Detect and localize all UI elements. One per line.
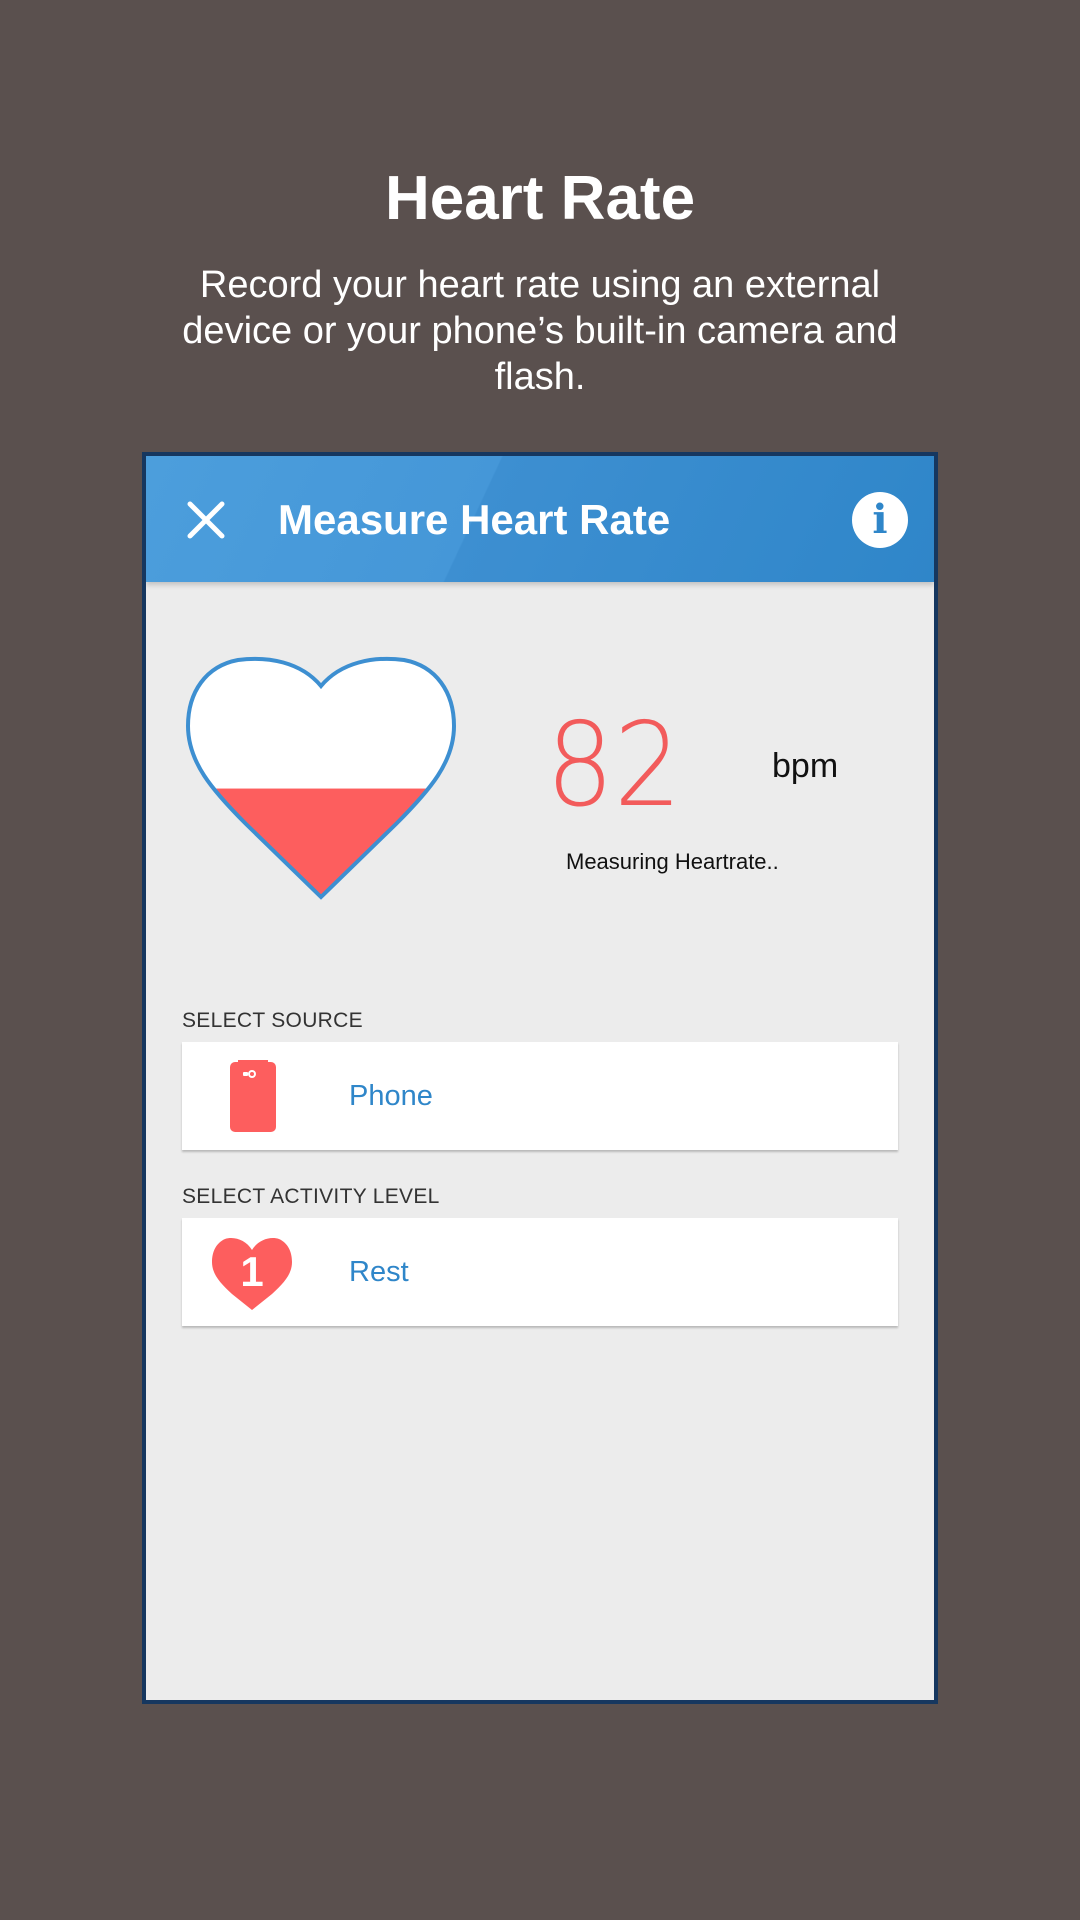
select-source-label: SELECT SOURCE [182, 1009, 363, 1032]
bpm-number: 82 [546, 698, 682, 833]
app-bar: Measure Heart Rate i [146, 456, 934, 582]
close-button[interactable] [184, 498, 228, 542]
info-icon: i [872, 496, 888, 543]
bpm-unit: bpm [772, 747, 839, 785]
promo-subtitle: Record your heart rate using an external… [182, 264, 898, 398]
activity-selector[interactable]: 1 Rest [182, 1218, 898, 1326]
app-title: Measure Heart Rate [278, 496, 671, 543]
activity-value: Rest [349, 1256, 409, 1288]
info-button[interactable]: i [852, 492, 908, 548]
heart-fill-meter [186, 656, 456, 900]
measuring-status: Measuring Heartrate.. [566, 849, 779, 874]
phone-icon [230, 1060, 276, 1132]
source-selector[interactable]: Phone [182, 1042, 898, 1150]
close-icon [187, 501, 225, 539]
activity-level-number: 1 [240, 1248, 263, 1295]
heart-level-icon: 1 [212, 1238, 292, 1310]
bpm-value: 82 [546, 706, 726, 826]
promo-title: Heart Rate [384, 164, 696, 233]
select-activity-label: SELECT ACTIVITY LEVEL [182, 1185, 440, 1208]
phone-screen: Measure Heart Rate i 82 bpm Measuring He… [142, 452, 938, 1704]
source-value: Phone [349, 1080, 433, 1112]
